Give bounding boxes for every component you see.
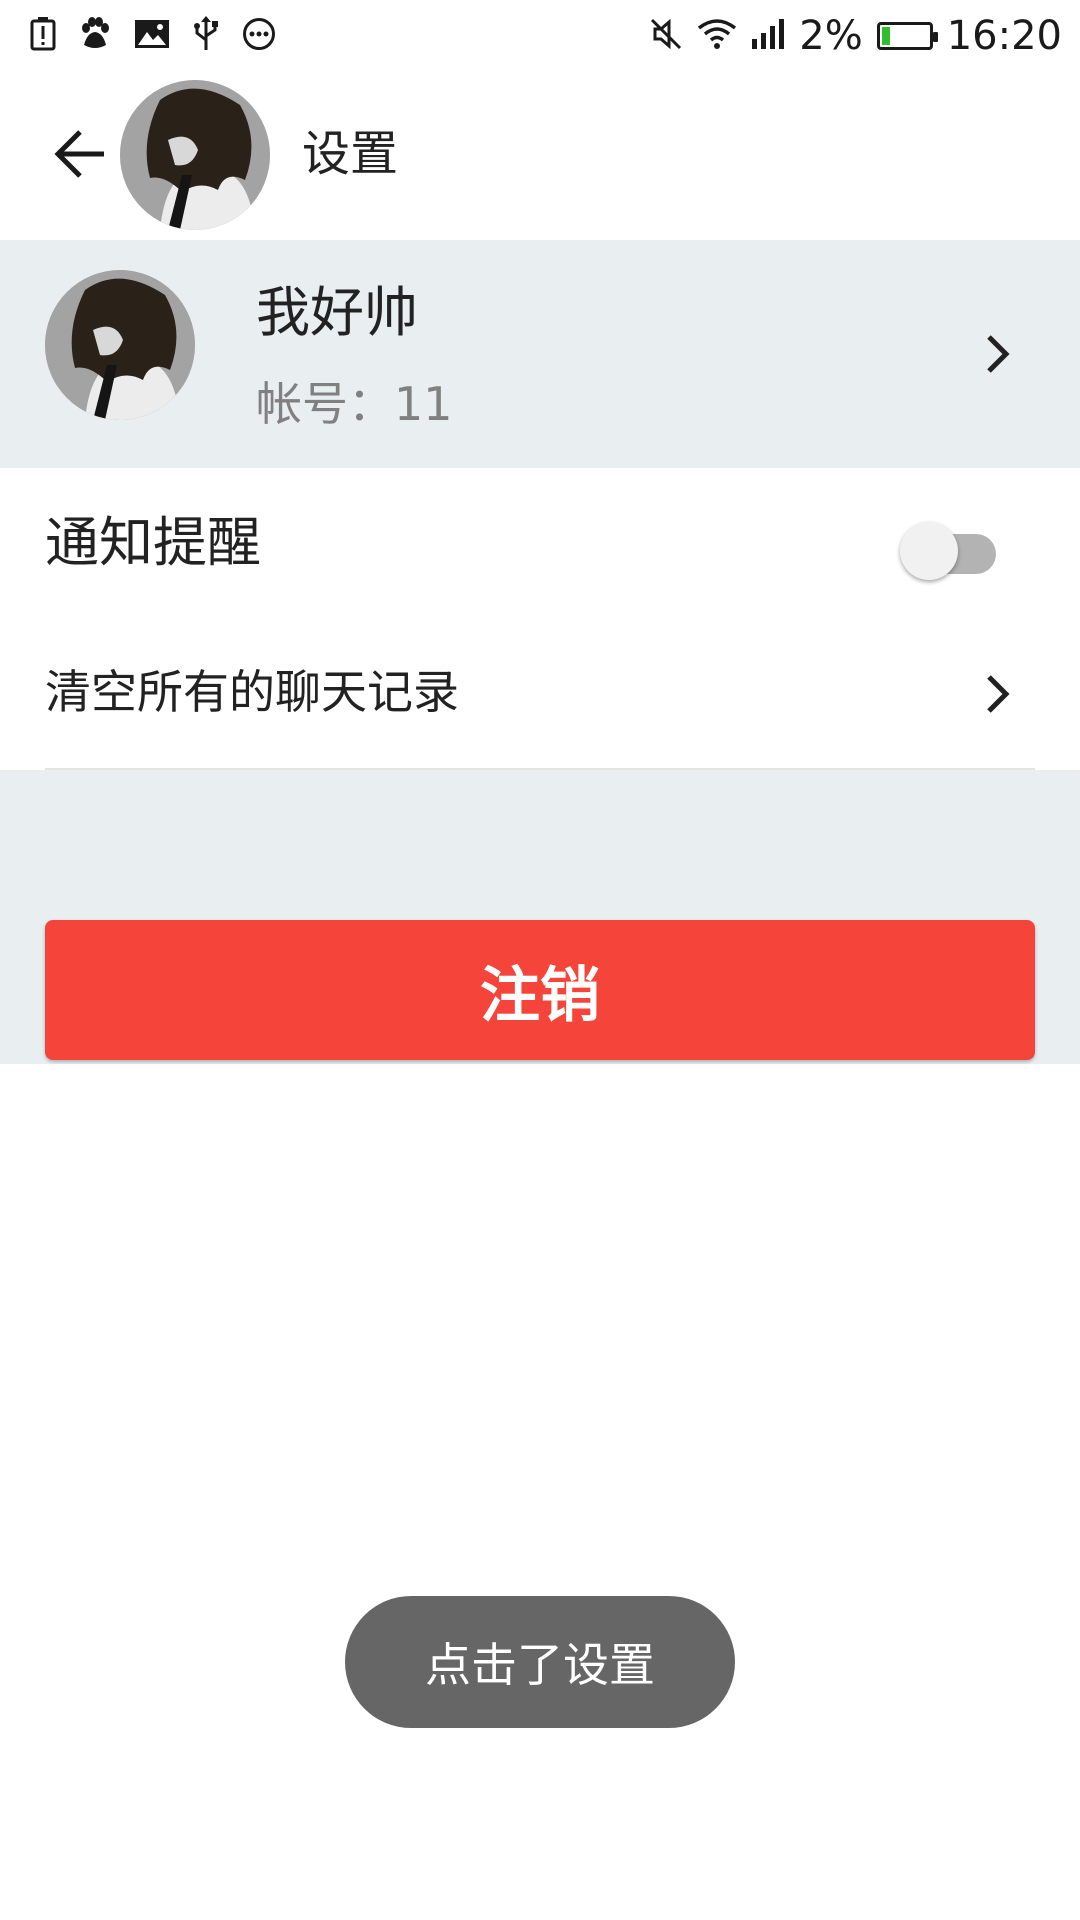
image-icon — [134, 19, 170, 53]
notify-toggle[interactable] — [900, 520, 1000, 580]
settings-list: 通知提醒 清空所有的聊天记录 — [0, 468, 1080, 770]
avatar[interactable] — [120, 80, 270, 230]
profile-account: 帐号：11 — [256, 377, 453, 431]
wifi-icon — [697, 18, 737, 54]
profile-name: 我好帅 — [256, 281, 418, 344]
clear-chat-history-item[interactable]: 清空所有的聊天记录 — [0, 618, 1080, 770]
toolbar: 设置 — [0, 72, 1080, 240]
chevron-right-icon — [984, 672, 1012, 716]
status-bar-right: 2% 16:20 — [635, 16, 1062, 56]
battery-alert-icon — [30, 17, 56, 55]
arrow-left-icon[interactable] — [52, 128, 112, 180]
battery-icon — [876, 22, 938, 50]
profile-avatar — [45, 270, 195, 420]
status-bar-left — [30, 16, 298, 56]
notify-label: 通知提醒 — [45, 511, 261, 574]
battery-percent: 2% — [799, 13, 863, 59]
notify-setting: 通知提醒 — [0, 468, 1080, 618]
toast-message: 点击了设置 — [345, 1596, 735, 1728]
status-bar: 2% 16:20 — [0, 0, 1080, 72]
clock: 16:20 — [946, 13, 1062, 59]
more-circle-icon — [242, 17, 276, 55]
logout-button[interactable]: 注销 — [45, 920, 1035, 1060]
mute-icon — [649, 17, 683, 55]
baidu-paw-icon — [78, 17, 112, 55]
profile-row[interactable]: 我好帅 帐号：11 — [0, 240, 1080, 468]
page-title: 设置 — [302, 126, 399, 182]
action-area: 注销 — [0, 770, 1080, 1064]
signal-icon — [751, 19, 785, 53]
clear-chat-label: 清空所有的聊天记录 — [45, 665, 459, 719]
usb-icon — [192, 16, 220, 56]
chevron-right-icon — [984, 332, 1012, 376]
